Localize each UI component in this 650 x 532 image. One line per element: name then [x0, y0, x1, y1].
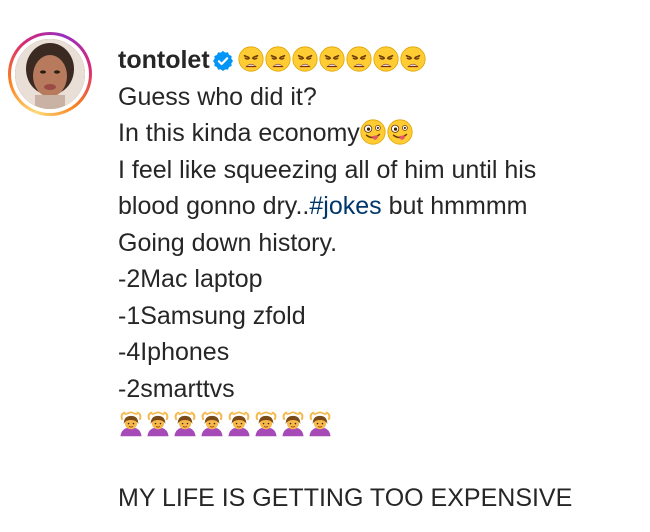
zany-face-emoji-row [360, 119, 414, 147]
woman-gesturing-ok-emoji-icon [147, 411, 169, 437]
woman-gesturing-ok-emoji-icon [228, 411, 250, 437]
woman-gesturing-ok-emoji-icon [174, 411, 196, 437]
caption-text: -4Iphones [118, 338, 230, 366]
instagram-caption-post: tontolet Guess who did it? In this kinda… [0, 0, 650, 532]
woman-gesturing-ok-emoji-row [118, 411, 334, 439]
caption-header-line: tontolet [118, 42, 638, 79]
caption-line: -4Iphones [118, 334, 638, 371]
caption-line: blood gonno dry..#jokes but hmmmm [118, 188, 638, 225]
caption-line: Guess who did it? [118, 79, 638, 116]
caption-line: Going down history. [118, 225, 638, 262]
weary-face-emoji-icon [238, 46, 264, 72]
caption-text: -2Mac laptop [118, 265, 263, 293]
caption-line: -2smarttvs [118, 371, 638, 408]
woman-gesturing-ok-emoji-icon [255, 411, 277, 437]
weary-face-emoji-icon [265, 46, 291, 72]
weary-face-emoji-icon [319, 46, 345, 72]
caption-text: blood gonno dry.. [118, 192, 310, 220]
caption-text: I feel like squeezing all of him until h… [118, 155, 537, 184]
woman-gesturing-ok-emoji-icon [201, 411, 223, 437]
weary-face-emoji-icon [292, 46, 318, 72]
profile-photo-icon [15, 39, 85, 109]
caption-text: MY LIFE IS GETTING TOO EXPENSIVE [118, 484, 573, 512]
story-ring[interactable] [8, 32, 92, 116]
weary-face-emoji-icon [400, 46, 426, 72]
zany-face-emoji-icon [387, 119, 413, 145]
caption-text: Going down history. [118, 228, 338, 257]
post-caption: tontolet Guess who did it? In this kinda… [118, 42, 638, 517]
hashtag-link[interactable]: #jokes [309, 192, 381, 220]
caption-text: In this kinda economy [118, 119, 360, 147]
caption-text: Guess who did it? [118, 82, 317, 111]
woman-gesturing-ok-emoji-icon [309, 411, 331, 437]
zany-face-emoji-icon [360, 119, 386, 145]
caption-line: -2Mac laptop [118, 261, 638, 298]
avatar[interactable] [15, 39, 85, 109]
caption-line [118, 407, 638, 444]
caption-line: -1Samsung zfold [118, 298, 638, 335]
caption-line: In this kinda economy [118, 115, 638, 152]
caption-line: I feel like squeezing all of him until h… [118, 152, 638, 189]
caption-line: MY LIFE IS GETTING TOO EXPENSIVE [118, 480, 638, 517]
caption-text: but hmmmm [381, 192, 528, 220]
username-link[interactable]: tontolet [118, 46, 210, 74]
caption-text: -1Samsung zfold [118, 301, 306, 330]
verified-badge-icon [212, 50, 233, 71]
woman-gesturing-ok-emoji-icon [120, 411, 142, 437]
weary-face-emoji-row [238, 46, 427, 74]
weary-face-emoji-icon [346, 46, 372, 72]
caption-text: -2smarttvs [118, 374, 235, 403]
woman-gesturing-ok-emoji-icon [282, 411, 304, 437]
weary-face-emoji-icon [373, 46, 399, 72]
